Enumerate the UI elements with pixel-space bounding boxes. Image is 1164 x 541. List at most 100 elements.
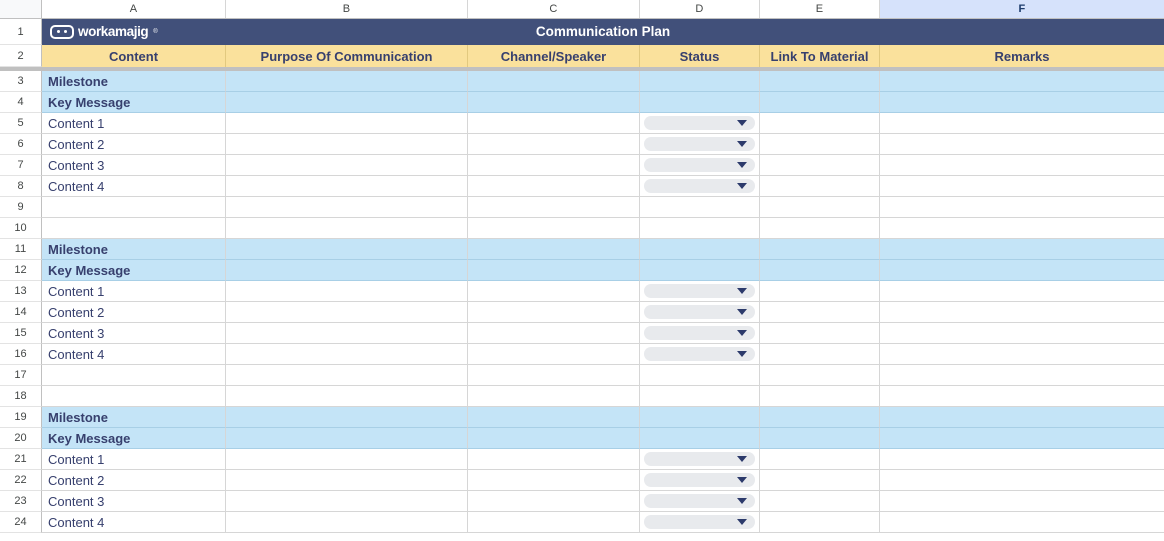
- content-label-cell[interactable]: [42, 197, 226, 218]
- content-label-cell[interactable]: [42, 218, 226, 239]
- column-header-c[interactable]: C: [468, 0, 640, 18]
- status-dropdown[interactable]: [644, 515, 755, 529]
- cell-f[interactable]: [880, 155, 1164, 176]
- cell-d[interactable]: [640, 386, 760, 407]
- content-label-cell[interactable]: Content 4: [42, 176, 226, 197]
- cell-c[interactable]: [468, 134, 640, 155]
- cell-e[interactable]: [760, 71, 880, 92]
- cell-f[interactable]: [880, 407, 1164, 428]
- cell-d[interactable]: [640, 365, 760, 386]
- cell-f[interactable]: [880, 113, 1164, 134]
- cell-e[interactable]: [760, 491, 880, 512]
- cell-b[interactable]: [226, 407, 468, 428]
- status-cell[interactable]: [640, 323, 760, 344]
- content-label-cell[interactable]: Content 3: [42, 323, 226, 344]
- cell-e[interactable]: [760, 176, 880, 197]
- content-label-cell[interactable]: Content 2: [42, 470, 226, 491]
- row-number[interactable]: 8: [0, 176, 42, 197]
- cell-b[interactable]: [226, 260, 468, 281]
- cell-c[interactable]: [468, 176, 640, 197]
- row-number[interactable]: 15: [0, 323, 42, 344]
- cell-b[interactable]: [226, 239, 468, 260]
- cell-e[interactable]: [760, 260, 880, 281]
- cell-f[interactable]: [880, 71, 1164, 92]
- column-header-a[interactable]: A: [42, 0, 226, 18]
- cell-c[interactable]: [468, 281, 640, 302]
- cell-d[interactable]: [640, 407, 760, 428]
- cell-e[interactable]: [760, 302, 880, 323]
- content-label-cell[interactable]: Content 1: [42, 281, 226, 302]
- status-cell[interactable]: [640, 134, 760, 155]
- content-label-cell[interactable]: Content 3: [42, 155, 226, 176]
- cell-d[interactable]: [640, 218, 760, 239]
- content-label-cell[interactable]: Content 2: [42, 134, 226, 155]
- status-dropdown[interactable]: [644, 452, 755, 466]
- status-dropdown[interactable]: [644, 347, 755, 361]
- status-dropdown[interactable]: [644, 137, 755, 151]
- row-number[interactable]: 6: [0, 134, 42, 155]
- status-cell[interactable]: [640, 449, 760, 470]
- cell-e[interactable]: [760, 218, 880, 239]
- cell-c[interactable]: [468, 239, 640, 260]
- cell-f[interactable]: [880, 134, 1164, 155]
- cell-e[interactable]: [760, 239, 880, 260]
- cell-c[interactable]: [468, 113, 640, 134]
- status-dropdown[interactable]: [644, 179, 755, 193]
- cell-f[interactable]: [880, 323, 1164, 344]
- status-cell[interactable]: [640, 113, 760, 134]
- status-cell[interactable]: [640, 176, 760, 197]
- cell-f[interactable]: [880, 449, 1164, 470]
- row-number[interactable]: 3: [0, 71, 42, 92]
- cell-f[interactable]: [880, 197, 1164, 218]
- cell-f[interactable]: [880, 218, 1164, 239]
- cell-f[interactable]: [880, 365, 1164, 386]
- cell-e[interactable]: [760, 407, 880, 428]
- row-number[interactable]: 1: [0, 19, 42, 45]
- cell-e[interactable]: [760, 512, 880, 533]
- cell-f[interactable]: [880, 428, 1164, 449]
- cell-d[interactable]: [640, 92, 760, 113]
- row-number[interactable]: 20: [0, 428, 42, 449]
- content-label-cell[interactable]: Content 2: [42, 302, 226, 323]
- cell-e[interactable]: [760, 134, 880, 155]
- column-header-f[interactable]: F: [880, 0, 1164, 18]
- status-dropdown[interactable]: [644, 305, 755, 319]
- cell-f[interactable]: [880, 470, 1164, 491]
- cell-c[interactable]: [468, 71, 640, 92]
- cell-f[interactable]: [880, 176, 1164, 197]
- section-label-cell[interactable]: Key Message: [42, 260, 226, 281]
- row-number[interactable]: 23: [0, 491, 42, 512]
- cell-b[interactable]: [226, 281, 468, 302]
- content-label-cell[interactable]: Content 4: [42, 512, 226, 533]
- content-label-cell[interactable]: Content 4: [42, 344, 226, 365]
- header-cell-f[interactable]: Remarks: [880, 45, 1164, 67]
- cell-c[interactable]: [468, 407, 640, 428]
- cell-b[interactable]: [226, 386, 468, 407]
- row-number[interactable]: 14: [0, 302, 42, 323]
- row-number[interactable]: 5: [0, 113, 42, 134]
- cell-b[interactable]: [226, 197, 468, 218]
- section-label-cell[interactable]: Milestone: [42, 239, 226, 260]
- row-number[interactable]: 12: [0, 260, 42, 281]
- cell-e[interactable]: [760, 428, 880, 449]
- column-header-b[interactable]: B: [226, 0, 468, 18]
- status-dropdown[interactable]: [644, 326, 755, 340]
- status-dropdown[interactable]: [644, 284, 755, 298]
- cell-f[interactable]: [880, 512, 1164, 533]
- cell-b[interactable]: [226, 365, 468, 386]
- status-cell[interactable]: [640, 302, 760, 323]
- section-label-cell[interactable]: Milestone: [42, 407, 226, 428]
- row-number[interactable]: 11: [0, 239, 42, 260]
- row-number[interactable]: 2: [0, 45, 42, 67]
- status-cell[interactable]: [640, 344, 760, 365]
- row-number[interactable]: 17: [0, 365, 42, 386]
- row-number[interactable]: 24: [0, 512, 42, 533]
- column-header-e[interactable]: E: [760, 0, 880, 18]
- cell-f[interactable]: [880, 281, 1164, 302]
- cell-b[interactable]: [226, 71, 468, 92]
- cell-d[interactable]: [640, 428, 760, 449]
- cell-b[interactable]: [226, 323, 468, 344]
- row-number[interactable]: 16: [0, 344, 42, 365]
- cell-b[interactable]: [226, 155, 468, 176]
- cell-b[interactable]: [226, 512, 468, 533]
